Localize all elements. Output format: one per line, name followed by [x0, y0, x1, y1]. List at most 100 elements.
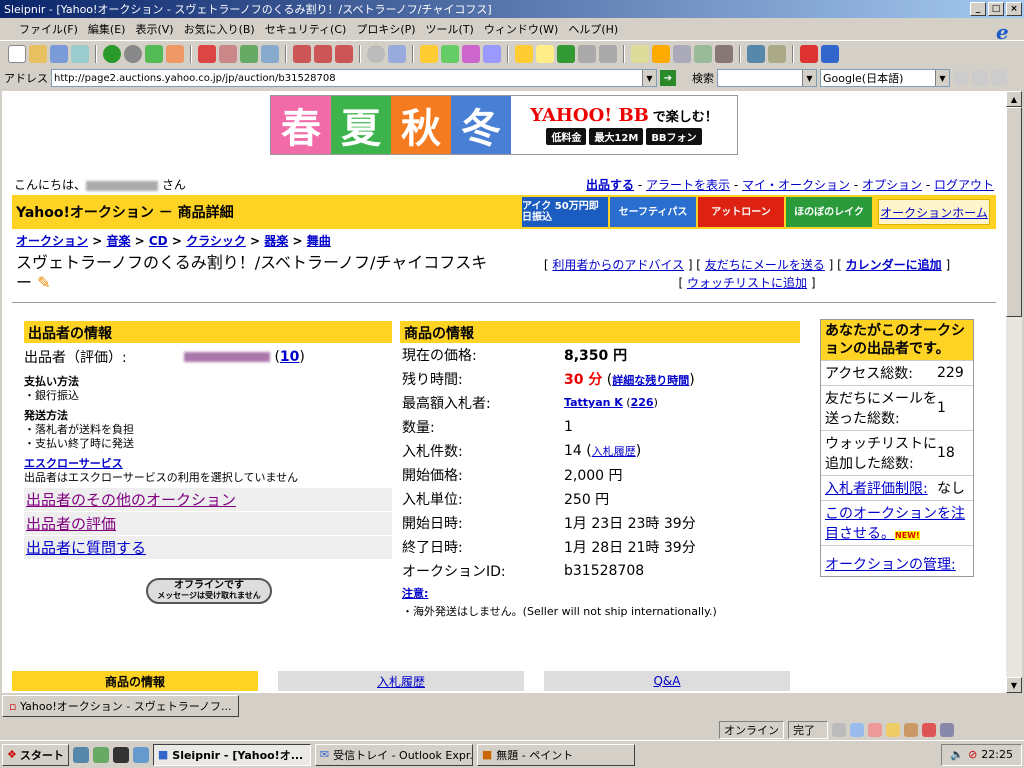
- advice-link[interactable]: 利用者からのアドバイス: [552, 258, 684, 272]
- status-icon[interactable]: [832, 723, 846, 737]
- quicklaunch-icon[interactable]: [72, 746, 89, 763]
- task-paint[interactable]: ■ 無題 - ペイント: [476, 743, 635, 766]
- options-link[interactable]: オプション: [862, 178, 922, 192]
- task-outlook[interactable]: ✉ 受信トレイ - Outlook Expr...: [314, 743, 473, 766]
- close-button[interactable]: ×: [1006, 2, 1022, 16]
- quicklaunch-icon[interactable]: [92, 746, 109, 763]
- minimize-button[interactable]: _: [970, 2, 986, 16]
- go-button[interactable]: ➔: [660, 70, 676, 86]
- crumb-music[interactable]: 音楽: [106, 234, 130, 248]
- sell-link[interactable]: 出品する: [586, 178, 634, 192]
- flag-icon[interactable]: [800, 44, 818, 63]
- close-tab-icon[interactable]: [219, 44, 237, 63]
- my-auction-link[interactable]: マイ・オークション: [742, 178, 850, 192]
- ad-aiku[interactable]: アイク 50万円即日振込: [522, 197, 608, 227]
- top-bidder-rating-link[interactable]: 226: [631, 396, 654, 409]
- watchlist-link[interactable]: ウォッチリストに追加: [687, 276, 807, 290]
- menu-window[interactable]: ウィンドウ(W): [479, 21, 563, 37]
- browser-tab[interactable]: ▫ Yahoo!オークション - スヴェトラーノフ...: [2, 695, 239, 717]
- vertical-scrollbar[interactable]: ▲ ▼: [1006, 91, 1022, 693]
- star-icon[interactable]: [420, 44, 438, 63]
- detailed-time-link[interactable]: 詳細な残り時間: [612, 374, 689, 387]
- menu-view[interactable]: 表示(V): [130, 21, 178, 37]
- favorites-icon[interactable]: [515, 44, 533, 63]
- save-icon[interactable]: [50, 44, 68, 63]
- filter-icon[interactable]: [335, 44, 353, 63]
- pen-icon[interactable]: [991, 70, 1007, 86]
- calendar-link[interactable]: カレンダーに追加: [846, 258, 942, 272]
- menu-help[interactable]: ヘルプ(H): [563, 21, 623, 37]
- capture-icon[interactable]: [673, 44, 691, 63]
- top-bidder-link[interactable]: Tattyan K: [564, 396, 623, 409]
- crumb-instrumental[interactable]: 器楽: [264, 234, 288, 248]
- menu-file[interactable]: ファイル(F): [14, 21, 83, 37]
- quicklaunch-icon[interactable]: [112, 746, 129, 763]
- auction-home-link[interactable]: オークションホーム: [878, 199, 990, 225]
- url-input[interactable]: http://page2.auctions.yahoo.co.jp/jp/auc…: [51, 69, 657, 87]
- caution-link[interactable]: 注意:: [402, 587, 428, 600]
- seller-rating-link[interactable]: 10: [280, 349, 299, 365]
- escrow-link[interactable]: エスクローサービス: [24, 457, 123, 470]
- ad-banner[interactable]: 春 夏 秋 冬 YAHOO! BB で楽しむ！ 低料金 最大12M BBフォン: [270, 95, 738, 155]
- cascade-icon[interactable]: [261, 44, 279, 63]
- home-icon[interactable]: [166, 44, 184, 63]
- search-icon[interactable]: [367, 44, 385, 63]
- settings-icon[interactable]: [483, 44, 501, 63]
- note-icon[interactable]: [631, 44, 649, 63]
- tile-icon[interactable]: [240, 44, 258, 63]
- block-icon[interactable]: [293, 44, 311, 63]
- scroll-thumb[interactable]: [1006, 107, 1022, 317]
- ask-seller-link[interactable]: 出品者に質問する: [26, 537, 146, 558]
- tab-bid-history[interactable]: 入札履歴: [377, 673, 425, 690]
- open-icon[interactable]: [29, 44, 47, 63]
- menu-tools[interactable]: ツール(T): [421, 21, 479, 37]
- crumb-cd[interactable]: CD: [149, 234, 168, 248]
- search-icon[interactable]: [953, 70, 969, 86]
- tab-product-info[interactable]: 商品の情報: [12, 671, 258, 691]
- font-icon[interactable]: [557, 44, 575, 63]
- status-icon[interactable]: [850, 723, 864, 737]
- chevron-down-icon[interactable]: ▼: [642, 70, 656, 86]
- menu-proxy[interactable]: プロキシ(P): [351, 21, 420, 37]
- find-icon[interactable]: [388, 44, 406, 63]
- feed-icon[interactable]: [462, 44, 480, 63]
- crumb-classic[interactable]: クラシック: [186, 234, 246, 248]
- menu-security[interactable]: セキュリティ(C): [260, 21, 352, 37]
- status-icon[interactable]: [940, 723, 954, 737]
- folder-icon[interactable]: [536, 44, 554, 63]
- status-icon[interactable]: [922, 723, 936, 737]
- network-icon[interactable]: ⊘: [968, 748, 977, 761]
- print-icon[interactable]: [71, 44, 89, 63]
- mail-friend-link[interactable]: 友だちにメールを送る: [705, 258, 825, 272]
- chevron-down-icon[interactable]: ▼: [802, 70, 816, 86]
- ad-lake[interactable]: ほのぼのレイク: [786, 197, 872, 227]
- translate-icon[interactable]: [821, 44, 839, 63]
- seller-rating-page-link[interactable]: 出品者の評価: [26, 513, 116, 534]
- network-icon[interactable]: [747, 44, 765, 63]
- history-icon[interactable]: [441, 44, 459, 63]
- start-button[interactable]: ❖ スタート: [2, 743, 69, 766]
- status-icon[interactable]: [886, 723, 900, 737]
- edit-icon[interactable]: [599, 44, 617, 63]
- menu-edit[interactable]: 編集(E): [83, 21, 131, 37]
- seller-name-redacted[interactable]: [184, 352, 270, 362]
- seller-other-auctions-link[interactable]: 出品者のその他のオークション: [26, 489, 236, 510]
- alert-link[interactable]: アラートを表示: [646, 178, 730, 192]
- speaker-icon[interactable]: 🔈: [950, 748, 964, 761]
- new-page-icon[interactable]: [8, 44, 26, 63]
- task-sleipnir[interactable]: ■ Sleipnir - [Yahoo!オ...: [152, 743, 311, 766]
- highlight-icon[interactable]: [972, 70, 988, 86]
- crumb-dance[interactable]: 舞曲: [307, 234, 331, 248]
- crumb-auction[interactable]: オークション: [16, 234, 88, 248]
- ad-safetypass[interactable]: セーフティパス: [610, 197, 696, 227]
- mail-icon[interactable]: [578, 44, 596, 63]
- bid-history-link[interactable]: 入札履歴: [592, 445, 636, 458]
- chevron-down-icon[interactable]: ▼: [935, 70, 949, 86]
- ad-atloan[interactable]: アットローン: [698, 197, 784, 227]
- refresh-icon[interactable]: [145, 44, 163, 63]
- scroll-up-icon[interactable]: ▲: [1006, 91, 1022, 107]
- back-icon[interactable]: [103, 44, 121, 63]
- scroll-down-icon[interactable]: ▼: [1006, 677, 1022, 693]
- window-icon[interactable]: [768, 44, 786, 63]
- search-engine-select[interactable]: Google(日本語) ▼: [820, 69, 950, 87]
